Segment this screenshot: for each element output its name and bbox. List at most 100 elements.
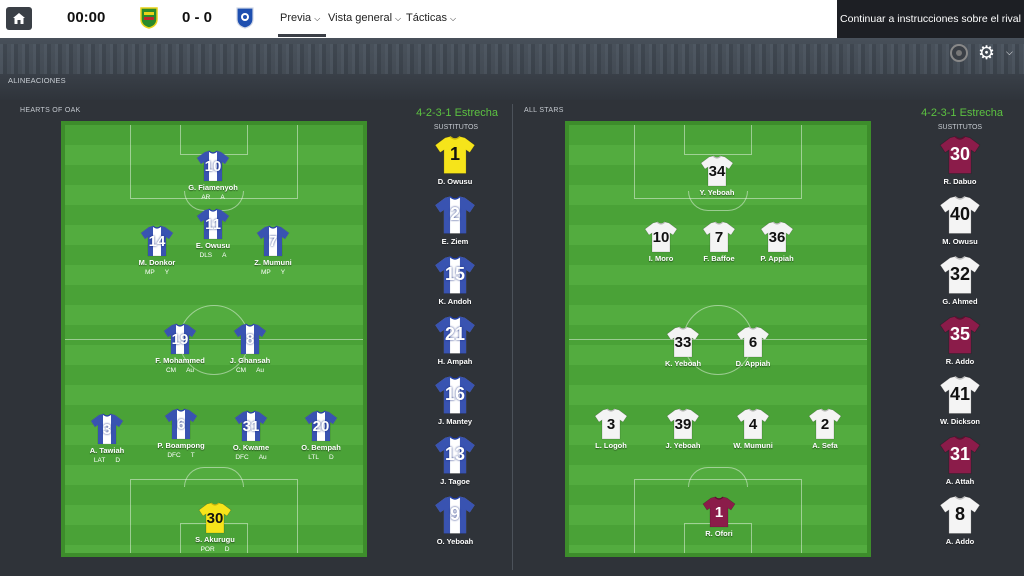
player-role: DFC Au — [235, 454, 267, 461]
away-substitute[interactable]: 40 M. Owusu — [925, 195, 995, 246]
shirt-icon: 33 — [666, 326, 700, 358]
shirt-number: 9 — [449, 504, 460, 524]
shirt-number: 2 — [449, 204, 460, 224]
away-substitute[interactable]: 31 A. Attah — [925, 435, 995, 486]
shirt-icon: 2 — [808, 408, 842, 440]
away-player[interactable]: 2 A. Sefa — [790, 408, 860, 450]
tab-previa[interactable]: Previa ⌵ — [277, 12, 327, 37]
shirt-number: 1 — [714, 504, 724, 521]
home-player[interactable]: 20 O. Bempah LTL D — [286, 410, 356, 461]
home-button[interactable] — [6, 7, 32, 30]
shirt-number: 2 — [820, 416, 830, 433]
away-player[interactable]: 6 D. Appiah — [718, 326, 788, 368]
player-name: Z. Mumuni — [254, 258, 292, 267]
player-role: MP Y — [260, 269, 286, 276]
away-player[interactable]: 36 P. Appiah — [742, 221, 812, 263]
home-substitute[interactable]: 1 D. Owusu — [420, 135, 490, 186]
shirt-icon: 19 — [163, 323, 197, 355]
chevron-down-icon[interactable]: ⌵ — [1006, 47, 1013, 58]
home-player[interactable]: 10 G. Fiamenyoh AR A — [178, 150, 248, 201]
home-substitute[interactable]: 9 O. Yeboah — [420, 495, 490, 546]
away-substitute[interactable]: 8 A. Addo — [925, 495, 995, 546]
player-name: D. Owusu — [437, 177, 473, 186]
player-name: E. Ziem — [441, 237, 469, 246]
pitch-marking — [688, 467, 748, 487]
away-substitute[interactable]: 32 G. Ahmed — [925, 255, 995, 306]
match-score: 0 - 0 — [182, 9, 213, 26]
home-player[interactable]: 19 F. Mohammed CM Au — [145, 323, 215, 374]
home-substitute[interactable]: 15 K. Andoh — [420, 255, 490, 306]
shirt-number: 21 — [444, 324, 466, 344]
away-substitute[interactable]: 41 W. Dickson — [925, 375, 995, 426]
home-substitute[interactable]: 16 J. Mantey — [420, 375, 490, 426]
player-name: O. Yeboah — [436, 537, 474, 546]
shirt-icon: 9 — [434, 495, 476, 535]
shirt-number: 20 — [312, 418, 330, 435]
record-icon[interactable] — [950, 44, 968, 62]
shirt-number: 7 — [714, 229, 724, 246]
home-player[interactable]: 3 A. Tawiah LAT D — [72, 413, 142, 464]
home-substitute[interactable]: 13 J. Tagoe — [420, 435, 490, 486]
home-player[interactable]: 30 S. Akurugu POR D — [180, 502, 250, 553]
shirt-number: 31 — [242, 418, 260, 435]
away-player[interactable]: 3 L. Logoh — [576, 408, 646, 450]
shirt-number: 4 — [748, 416, 758, 433]
home-player[interactable]: 14 M. Donkor MP Y — [122, 225, 192, 276]
player-name: J. Yeboah — [665, 441, 701, 450]
away-player[interactable]: 1 R. Ofori — [684, 496, 754, 538]
shirt-icon: 36 — [760, 221, 794, 253]
away-player[interactable]: 34 Y. Yeboah — [682, 155, 752, 197]
shirt-number: 3 — [606, 416, 616, 433]
home-subs-label: SUSTITUTOS — [433, 124, 479, 131]
shirt-number: 32 — [949, 264, 971, 284]
shirt-icon: 6 — [736, 326, 770, 358]
chevron-down-icon: ⌵ — [314, 14, 321, 23]
shirt-number: 36 — [768, 229, 786, 246]
shirt-number: 10 — [652, 229, 670, 246]
home-player[interactable]: 8 J. Ghansah CM Au — [215, 323, 285, 374]
shirt-icon: 7 — [702, 221, 736, 253]
home-player[interactable]: 6 P. Boampong DFC T — [146, 408, 216, 459]
shirt-icon: 7 — [256, 225, 290, 257]
chevron-down-icon: ⌵ — [449, 14, 457, 23]
shirt-icon: 11 — [196, 208, 230, 240]
away-team-name: ALL STARS — [524, 107, 564, 114]
shirt-icon: 8 — [233, 323, 267, 355]
player-name: P. Boampong — [157, 441, 205, 450]
match-clock: 00:00 — [67, 9, 106, 26]
home-player[interactable]: 7 Z. Mumuni MP Y — [238, 225, 308, 276]
tab-tacticas[interactable]: Tácticas ⌵ — [406, 12, 456, 24]
away-player[interactable]: 33 K. Yeboah — [648, 326, 718, 368]
shirt-icon: 35 — [939, 315, 981, 355]
player-name: J. Ghansah — [229, 356, 271, 365]
away-player[interactable]: 39 J. Yeboah — [648, 408, 718, 450]
shirt-icon: 1 — [702, 496, 736, 528]
away-substitute[interactable]: 30 R. Dabuo — [925, 135, 995, 186]
pitch-marking — [684, 125, 752, 155]
gear-icon[interactable]: ⚙ — [978, 42, 995, 65]
home-player[interactable]: 31 O. Kwame DFC Au — [216, 410, 286, 461]
continue-button[interactable]: Continuar a instrucciones sobre el rival — [837, 0, 1024, 38]
home-formation[interactable]: 4-2-3-1 Estrecha — [388, 107, 498, 119]
tab-vista-general[interactable]: Vista general ⌵ — [328, 12, 401, 24]
player-name: M. Donkor — [138, 258, 176, 267]
player-role: POR D — [200, 546, 230, 553]
player-role: MP Y — [144, 269, 170, 276]
away-formation[interactable]: 4-2-3-1 Estrecha — [893, 107, 1003, 119]
shirt-icon: 13 — [434, 435, 476, 475]
away-player[interactable]: 4 W. Mumuni — [718, 408, 788, 450]
shirt-icon: 30 — [198, 502, 232, 534]
away-substitute[interactable]: 35 R. Addo — [925, 315, 995, 366]
shirt-icon: 4 — [736, 408, 770, 440]
player-name: H. Ampah — [437, 357, 473, 366]
away-team-crest-icon — [236, 7, 254, 29]
shirt-icon: 14 — [140, 225, 174, 257]
player-name: K. Andoh — [438, 297, 472, 306]
player-name: F. Mohammed — [155, 356, 205, 365]
player-name: A. Tawiah — [89, 446, 125, 455]
shirt-icon: 31 — [234, 410, 268, 442]
home-substitute[interactable]: 21 H. Ampah — [420, 315, 490, 366]
home-substitute[interactable]: 2 E. Ziem — [420, 195, 490, 246]
shirt-number: 30 — [206, 510, 224, 527]
player-role: LTL D — [308, 454, 334, 461]
